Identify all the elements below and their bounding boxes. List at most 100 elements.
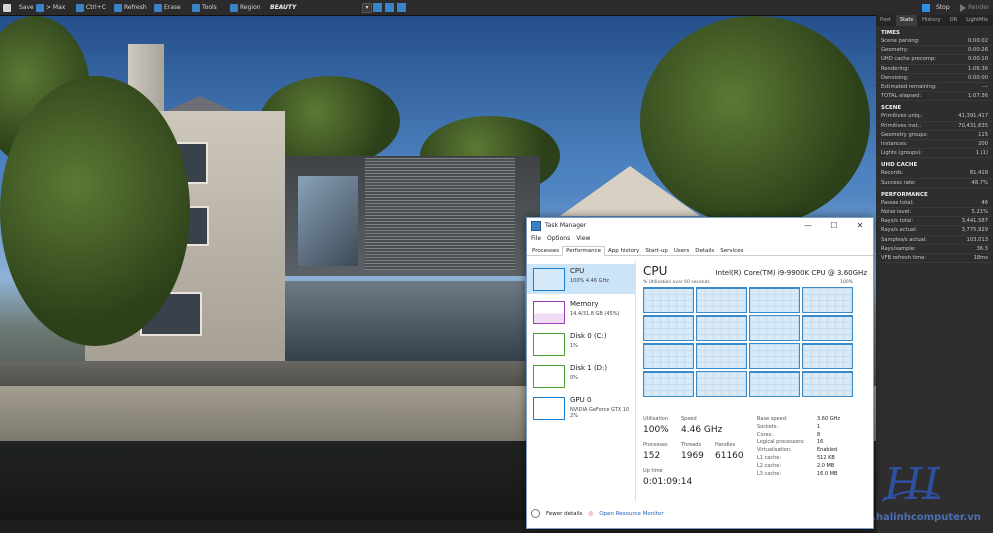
tab-start-up[interactable]: Start-up [642, 247, 670, 255]
logical-processor-graph [802, 371, 853, 397]
spec-row: L1 cache: 512 KB [757, 455, 862, 463]
logical-processor-graph [643, 315, 694, 341]
spec-value: 16.0 MB [817, 470, 838, 477]
stop-button[interactable]: Stop [922, 2, 950, 13]
logical-processor-graph [696, 287, 747, 313]
resource-disk-0[interactable]: Disk 0 (C:) 1% [527, 329, 635, 359]
spec-value: 16 [817, 439, 824, 446]
menu-bar: File Options View [527, 233, 873, 244]
spec-value: 3.60 GHz [817, 416, 840, 422]
zoom-in-icon[interactable] [373, 3, 382, 12]
stats-key: Primitives uniq.: [881, 113, 923, 120]
handles-value: 61160 [715, 451, 744, 461]
tab-services[interactable]: Services [717, 247, 746, 255]
region-button[interactable]: Region [230, 2, 261, 13]
play-icon [960, 3, 966, 12]
resource-memory[interactable]: Memory 14.4/31.8 GB (45%) [527, 297, 635, 327]
stats-row: Noise level: 5.21% [876, 208, 993, 218]
logical-processor-grid [643, 287, 853, 397]
logical-processor-graph [643, 343, 694, 369]
tab-dr[interactable]: DR [946, 15, 962, 26]
logical-processor-graph [749, 371, 800, 397]
erase-icon [154, 3, 162, 12]
logical-processor-graph [643, 371, 694, 397]
tab-details[interactable]: Details [692, 247, 717, 255]
render-element-dropdown[interactable]: ▾ [362, 2, 372, 13]
utilisation-line [644, 343, 693, 368]
logical-processor-graph [749, 343, 800, 369]
spec-row: L3 cache: 16.0 MB [757, 471, 862, 479]
stats-section-title: SCENE [881, 105, 902, 112]
disk0-thumbnail [533, 333, 565, 356]
stats-section-title: PERFORMANCE [881, 191, 928, 198]
stats-row: TOTAL elapsed: 1:07:36 [876, 92, 993, 102]
zoom-out-icon[interactable] [385, 3, 394, 12]
menu-file[interactable]: File [531, 235, 541, 242]
menu-view[interactable]: View [576, 235, 590, 242]
spec-key: L3 cache: [757, 470, 782, 477]
fewer-details-link[interactable]: Fewer details [546, 511, 582, 517]
zoom-fit-icon[interactable] [397, 3, 406, 12]
minimize-icon[interactable]: — [795, 221, 821, 230]
menu-options[interactable]: Options [547, 235, 570, 242]
erase-button[interactable]: Erase [154, 2, 181, 13]
tab-history[interactable]: History [918, 15, 944, 26]
render-button[interactable]: Render [960, 2, 989, 13]
resource-gpu-0[interactable]: GPU 0 NVIDIA GeForce GTX 10 2% [527, 393, 635, 423]
stats-key: Lights (groups): [881, 150, 922, 157]
tab-processes[interactable]: Processes [529, 247, 562, 255]
utilisation-label: Utilisation [643, 416, 669, 422]
stats-value: 1 (1) [975, 150, 988, 157]
utilisation-line [697, 371, 746, 396]
stats-value: 41,391,417 [958, 113, 988, 120]
logical-processor-graph [643, 287, 694, 313]
spec-row: Virtualisation: Enabled [757, 447, 862, 455]
stats-row: Success rate: 48.7% [876, 179, 993, 188]
tools-button[interactable]: Tools [192, 2, 217, 13]
utilisation-line [750, 315, 799, 340]
refresh-button[interactable]: Refresh [114, 2, 147, 13]
tab-app-history[interactable]: App history [605, 247, 642, 255]
tab-post[interactable]: Post [876, 15, 895, 26]
resource-cpu[interactable]: CPU 100% 4.46 GHz [527, 264, 635, 294]
close-icon[interactable]: ✕ [847, 221, 873, 230]
stats-row: Rendering: 1:06:36 [876, 65, 993, 74]
utilisation-line [644, 288, 693, 312]
stats-section-title: UHD CACHE [881, 162, 918, 169]
louvre-screen [365, 158, 515, 270]
stats-sections: TIMES Scene parsing: 0:00:02 Geometry: 0:00:… [876, 26, 993, 264]
refresh-icon [114, 3, 122, 12]
task-manager-icon [531, 220, 541, 231]
stats-row: Instances: 200 [876, 140, 993, 150]
chevron-up-icon[interactable] [531, 509, 540, 518]
max-button[interactable]: > Max [36, 2, 65, 13]
stats-row: Estimated remaining: --- [876, 83, 993, 93]
stats-key: Rays/s total: [881, 218, 914, 225]
tab-lightmix[interactable]: LightMix [962, 15, 992, 26]
stats-value: 3,775,929 [961, 227, 988, 234]
resource-disk-1[interactable]: Disk 1 (D:) 0% [527, 361, 635, 391]
open-resource-monitor-link[interactable]: Open Resource Monitor [599, 511, 663, 517]
stats-key: Success rate: [881, 179, 916, 186]
copy-button[interactable]: Ctrl+C [76, 2, 106, 13]
render-element-select[interactable]: BEAUTY [270, 2, 296, 13]
spec-key: Cores: [757, 431, 773, 438]
tab-performance[interactable]: Performance [562, 246, 605, 256]
stats-key: TOTAL elapsed: [881, 93, 922, 100]
stats-key: Geometry groups: [881, 131, 929, 138]
spec-value: 1 [817, 423, 821, 430]
stats-row: Geometry: 0:00:26 [876, 46, 993, 56]
spec-value: 2.0 MB [817, 462, 835, 469]
maximize-icon[interactable]: ☐ [821, 221, 847, 230]
stats-row: Geometry groups: 115 [876, 131, 993, 141]
title-bar: Task Manager — ☐ ✕ [527, 218, 873, 233]
processes-value: 152 [643, 451, 661, 461]
tab-users[interactable]: Users [671, 247, 692, 255]
utilisation-line [697, 315, 746, 340]
save-button[interactable]: Save [3, 2, 34, 13]
stats-key: Denoising: [881, 74, 909, 81]
stats-key: Geometry: [881, 47, 909, 54]
logical-processor-graph [696, 315, 747, 341]
tab-stats[interactable]: Stats [895, 15, 918, 26]
stats-row: Scene parsing: 0:00:02 [876, 37, 993, 47]
